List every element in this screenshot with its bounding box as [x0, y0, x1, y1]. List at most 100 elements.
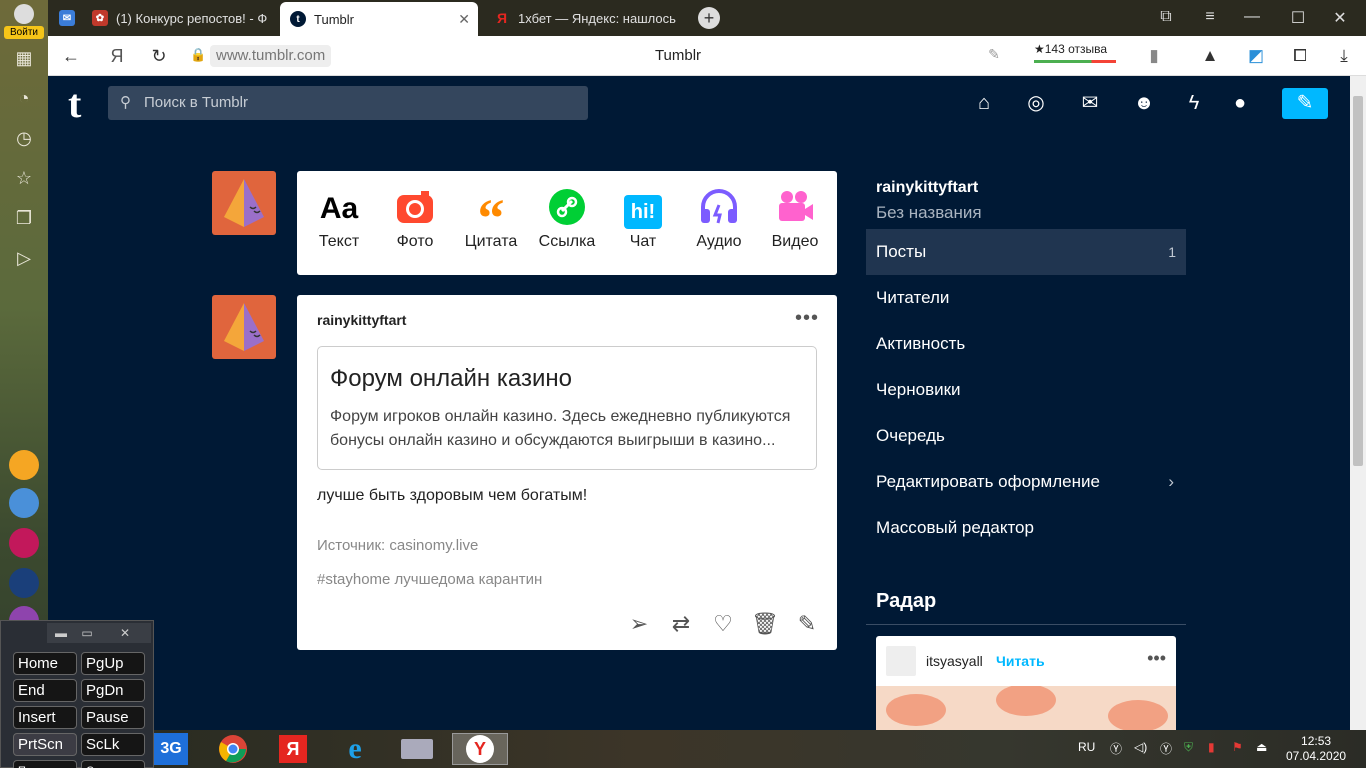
tumblr-logo[interactable]: t — [68, 84, 81, 124]
usb-tray-icon[interactable]: ⏏ — [1256, 740, 1267, 754]
post-tags[interactable]: #stayhome лучшедома карантин — [317, 571, 542, 588]
yandex-disk-tray-icon[interactable]: Ⓨ — [1160, 740, 1172, 757]
star-icon[interactable]: ☆ — [12, 166, 36, 190]
tab-contest[interactable]: ✿ (1) Конкурс репостов! - Ф — [82, 4, 296, 32]
post-type-audio[interactable]: Аудио — [681, 189, 757, 251]
login-button[interactable]: Войти — [4, 4, 44, 39]
play-icon[interactable]: ▷ — [12, 246, 36, 270]
post-type-photo[interactable]: Фото — [377, 189, 453, 251]
food-app-icon[interactable] — [9, 528, 39, 558]
more-options-icon[interactable]: ••• — [1147, 648, 1166, 669]
adblock-off-icon[interactable]: ◩ — [1244, 46, 1268, 66]
keyboard-app-icon[interactable] — [392, 733, 442, 765]
alice-app-icon[interactable] — [9, 568, 39, 598]
menu-activity[interactable]: Активность — [866, 321, 1186, 367]
share-icon[interactable]: ➢ — [625, 611, 653, 637]
3g-icon[interactable]: 3G — [154, 733, 188, 765]
post-type-text[interactable]: Aa Текст — [301, 189, 377, 251]
eye-app-icon[interactable] — [9, 450, 39, 480]
radar-image[interactable] — [876, 684, 1176, 730]
clear-icon[interactable]: ✎ — [982, 46, 1006, 63]
grid-icon[interactable]: ▦ — [12, 46, 36, 70]
maximize-icon[interactable]: ☐ — [1288, 8, 1308, 28]
link-preview-card[interactable]: Форум онлайн казино Форум игроков онлайн… — [317, 346, 817, 470]
security-tray-icon[interactable]: ⛨ — [1184, 740, 1193, 755]
reviews-badge[interactable]: ★143 отзыва — [1034, 42, 1116, 63]
menu-queue[interactable]: Очередь — [866, 413, 1186, 459]
post-type-quote[interactable]: “ Цитата — [453, 189, 529, 251]
translate-icon[interactable]: ⧠ — [1288, 46, 1312, 66]
search-input[interactable]: ⚲ Поиск в Tumblr — [108, 86, 588, 120]
key-pgup[interactable]: PgUp — [81, 652, 145, 675]
key-end[interactable]: End — [13, 679, 77, 702]
key-home[interactable]: Home — [13, 652, 77, 675]
activity-icon[interactable]: ϟ — [1181, 90, 1207, 116]
volume-icon[interactable]: ◁) — [1134, 740, 1147, 754]
key-options[interactable]: Параметры — [13, 760, 77, 768]
post-author-avatar[interactable] — [212, 295, 276, 359]
key-sclk[interactable]: ScLk — [81, 733, 145, 756]
key-prtscn[interactable]: PrtScn — [13, 733, 77, 756]
post-type-chat[interactable]: hi! Чат — [605, 189, 681, 251]
bookmark-icon[interactable]: ▮ — [1142, 46, 1166, 66]
post-type-link[interactable]: Ссылка — [529, 189, 605, 251]
flag-tray-icon[interactable]: ⚑ — [1232, 740, 1243, 754]
tab-mail[interactable]: ✉ — [52, 4, 82, 32]
post-type-video[interactable]: Видео — [757, 189, 833, 251]
menu-edit-appearance[interactable]: Редактировать оформление › — [866, 459, 1186, 505]
menu-icon[interactable]: ≡ — [1200, 8, 1220, 26]
delete-icon[interactable]: 🗑 — [751, 611, 779, 637]
blog-name[interactable]: rainykittyftart — [876, 179, 982, 197]
minimize-icon[interactable]: ▬ — [49, 625, 73, 641]
key-help[interactable]: Справка — [81, 760, 145, 768]
internet-explorer-icon[interactable]: e — [330, 732, 380, 765]
radar-avatar[interactable] — [886, 646, 916, 676]
like-icon[interactable]: ♡ — [709, 611, 737, 637]
key-insert[interactable]: Insert — [13, 706, 77, 729]
new-tab-button[interactable]: + — [698, 7, 720, 29]
network-tray-icon[interactable]: ▮ — [1208, 740, 1215, 754]
menu-posts[interactable]: Посты 1 — [866, 229, 1186, 275]
tab-yandex[interactable]: Я 1хбет — Яндекс: нашлось — [484, 4, 678, 32]
scrollbar[interactable] — [1350, 76, 1366, 730]
menu-drafts[interactable]: Черновики — [866, 367, 1186, 413]
menu-mass-editor[interactable]: Массовый редактор — [866, 505, 1186, 551]
inbox-icon[interactable]: ✉ — [1077, 90, 1103, 116]
radar-username[interactable]: itsyasyall — [926, 653, 983, 669]
messaging-icon[interactable]: ☻ — [1131, 90, 1157, 116]
yandex-browser-icon[interactable]: Я — [268, 733, 318, 765]
vpn-icon[interactable]: ▲ — [1198, 46, 1222, 66]
minimize-icon[interactable]: — — [1242, 8, 1262, 26]
close-window-icon[interactable]: ✕ — [1330, 8, 1350, 28]
home-icon[interactable]: ⌂ — [971, 90, 997, 116]
restore-icon[interactable]: ▭ — [75, 625, 99, 641]
key-pause[interactable]: Pause — [81, 706, 145, 729]
follow-button[interactable]: Читать — [996, 653, 1045, 669]
menu-followers[interactable]: Читатели — [866, 275, 1186, 321]
close-icon[interactable]: ✕ — [113, 625, 137, 641]
history-icon[interactable]: ◷ — [12, 126, 36, 150]
compose-button[interactable]: ✎ — [1282, 88, 1328, 119]
close-tab-icon[interactable]: ✕ — [458, 11, 470, 28]
language-indicator[interactable]: RU — [1078, 740, 1095, 754]
post-source[interactable]: Источник: casinomy.live — [317, 537, 478, 554]
blog-avatar[interactable] — [212, 171, 276, 235]
explore-icon[interactable]: ◎ — [1023, 90, 1049, 116]
chrome-icon[interactable] — [208, 733, 258, 765]
key-pgdn[interactable]: PgDn — [81, 679, 145, 702]
yandex-app-icon[interactable]: Y — [452, 733, 508, 765]
tab-tumblr[interactable]: t Tumblr ✕ — [280, 2, 478, 36]
yandex-tray-icon[interactable]: Ⓨ — [1110, 740, 1122, 757]
edit-icon[interactable]: ✎ — [793, 611, 821, 637]
assistant-app-icon[interactable] — [9, 488, 39, 518]
account-icon[interactable]: ● — [1227, 90, 1253, 116]
scrollbar-thumb[interactable] — [1353, 96, 1363, 466]
bell-icon[interactable]: ◔ — [12, 86, 36, 110]
tabs-icon[interactable]: ⧉ — [1156, 8, 1176, 26]
clock[interactable]: 12:53 07.04.2020 — [1286, 734, 1346, 764]
reblog-icon[interactable]: ⇄ — [667, 611, 695, 637]
more-options-icon[interactable]: ••• — [795, 307, 819, 330]
download-icon[interactable]: ⤓ — [1332, 46, 1356, 66]
post-author[interactable]: rainykittyftart — [317, 312, 406, 328]
collections-icon[interactable]: ❐ — [12, 206, 36, 230]
